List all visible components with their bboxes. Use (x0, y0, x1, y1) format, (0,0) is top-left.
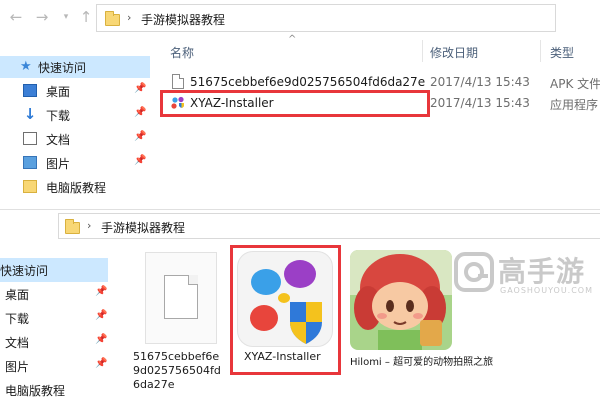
nav-quick-access[interactable]: 快速访问 (0, 258, 108, 282)
nav-item-desktop[interactable]: 桌面 📌 (0, 282, 108, 306)
column-header-date[interactable]: 修改日期 (430, 44, 478, 61)
column-divider[interactable] (540, 40, 541, 62)
file-date: 2017/4/13 15:43 (430, 96, 530, 110)
download-icon: ↓ (23, 105, 37, 123)
folder-icon (65, 219, 80, 234)
highlight-box (160, 90, 430, 117)
file-icon (172, 74, 184, 89)
bottom-address-bar: › 手游模拟器教程 (0, 210, 600, 242)
top-address-bar: ← → ▾ ↑ › 手游模拟器教程 (0, 0, 600, 36)
game-thumbnail (350, 250, 452, 350)
breadcrumb-separator: › (87, 219, 92, 232)
star-icon: ★ (20, 59, 32, 74)
pin-icon[interactable]: 📌 (95, 310, 107, 321)
nav-item-label: 文档 (46, 133, 71, 147)
sort-ascending-icon: ^ (288, 34, 297, 45)
nav-quick-access-label: 快速访问 (38, 61, 87, 75)
nav-item-label: 桌面 (46, 85, 71, 99)
picture-icon (23, 156, 37, 169)
file-tile-label-line: 6da27e (133, 378, 175, 391)
top-navigation-pane: ★ 快速访问 桌面 📌 ↓ 下载 📌 文档 📌 图片 📌 电脑版教程 (0, 36, 155, 209)
blank-file-icon (164, 275, 198, 319)
back-arrow-icon[interactable]: ← (8, 9, 24, 25)
highlight-box (230, 245, 341, 375)
forward-arrow-icon[interactable]: → (34, 9, 50, 25)
nav-item-label: 下载 (5, 312, 30, 326)
watermark-subtext: GAOSHOUYOU.COM (500, 286, 594, 295)
pin-icon[interactable]: 📌 (134, 107, 146, 118)
nav-item-label: 图片 (46, 157, 71, 171)
breadcrumb-folder[interactable]: 手游模拟器教程 (101, 219, 185, 236)
nav-item-tutorial-folder[interactable]: 电脑版教程 (0, 176, 150, 198)
bottom-address-field[interactable]: › 手游模拟器教程 (58, 213, 600, 239)
column-divider[interactable] (422, 40, 423, 62)
folder-icon (105, 11, 120, 26)
nav-item-downloads[interactable]: 下载 📌 (0, 306, 108, 330)
file-type: 应用程序 (550, 98, 599, 112)
file-tile-label-line: 51675cebbef6e (133, 350, 220, 363)
nav-item-label: 快速访问 (0, 264, 49, 278)
nav-item-label: 下载 (46, 109, 71, 123)
watermark-text: 高手游 (498, 255, 586, 288)
pin-icon[interactable]: 📌 (95, 286, 107, 297)
bottom-navigation-pane: 快速访问 桌面 📌 下载 📌 文档 📌 图片 📌 电脑版教程 (0, 258, 125, 400)
column-header-type[interactable]: 类型 (550, 44, 574, 61)
top-file-list: ^ 名称 修改日期 类型 51675cebbef6e9d025756504fd6… (160, 34, 600, 209)
desktop-icon (23, 84, 37, 97)
game-character-image (350, 250, 452, 350)
pin-icon[interactable]: 📌 (134, 155, 146, 166)
bottom-explorer-window: › 手游模拟器教程 快速访问 桌面 📌 下载 📌 文档 📌 图片 📌 电脑版教程 (0, 209, 600, 400)
file-date: 2017/4/13 15:43 (430, 75, 530, 89)
watermark-logo-icon (454, 252, 494, 292)
nav-item-pictures[interactable]: 图片 📌 (0, 354, 108, 378)
nav-item-label: 电脑版教程 (5, 384, 66, 398)
document-icon (23, 132, 37, 145)
up-arrow-icon[interactable]: ↑ (78, 9, 94, 25)
nav-item-documents[interactable]: 文档 📌 (0, 330, 108, 354)
nav-item-documents[interactable]: 文档 📌 (0, 128, 150, 150)
nav-item-desktop[interactable]: 桌面 📌 (0, 80, 150, 102)
file-name: 51675cebbef6e9d025756504fd6da27e (190, 75, 426, 89)
file-tile-label: Hilomi – 超可爱的动物拍照之旅 (350, 357, 494, 368)
pin-icon[interactable]: 📌 (134, 83, 146, 94)
file-row[interactable]: 51675cebbef6e9d025756504fd6da27e 2017/4/… (160, 72, 600, 92)
pin-icon[interactable]: 📌 (95, 358, 107, 369)
nav-item-downloads[interactable]: ↓ 下载 📌 (0, 104, 150, 126)
top-explorer-window: ← → ▾ ↑ › 手游模拟器教程 ★ 快速访问 桌面 📌 ↓ 下载 📌 文档 … (0, 0, 600, 209)
nav-item-label: 电脑版教程 (46, 181, 107, 195)
folder-icon (23, 180, 37, 193)
nav-item-label: 文档 (5, 336, 30, 350)
nav-item-label: 图片 (5, 360, 30, 374)
nav-item-label: 桌面 (5, 288, 30, 302)
pin-icon[interactable]: 📌 (95, 334, 107, 345)
top-address-field[interactable]: › 手游模拟器教程 (96, 4, 556, 32)
recent-dropdown-icon[interactable]: ▾ (58, 9, 74, 25)
file-tile-label-line: 9d025756504fd (133, 364, 221, 377)
breadcrumb-folder[interactable]: 手游模拟器教程 (141, 11, 225, 28)
breadcrumb-separator: › (127, 11, 132, 24)
column-header-name[interactable]: 名称 (170, 44, 194, 61)
file-type: APK 文件 (550, 77, 600, 91)
nav-item-tutorial-folder[interactable]: 电脑版教程 (0, 378, 108, 400)
pin-icon[interactable]: 📌 (134, 131, 146, 142)
nav-quick-access[interactable]: ★ 快速访问 (0, 56, 150, 78)
nav-item-pictures[interactable]: 图片 📌 (0, 152, 150, 174)
site-watermark: 高手游 GAOSHOUYOU.COM (448, 250, 598, 305)
file-thumbnail (145, 252, 217, 344)
